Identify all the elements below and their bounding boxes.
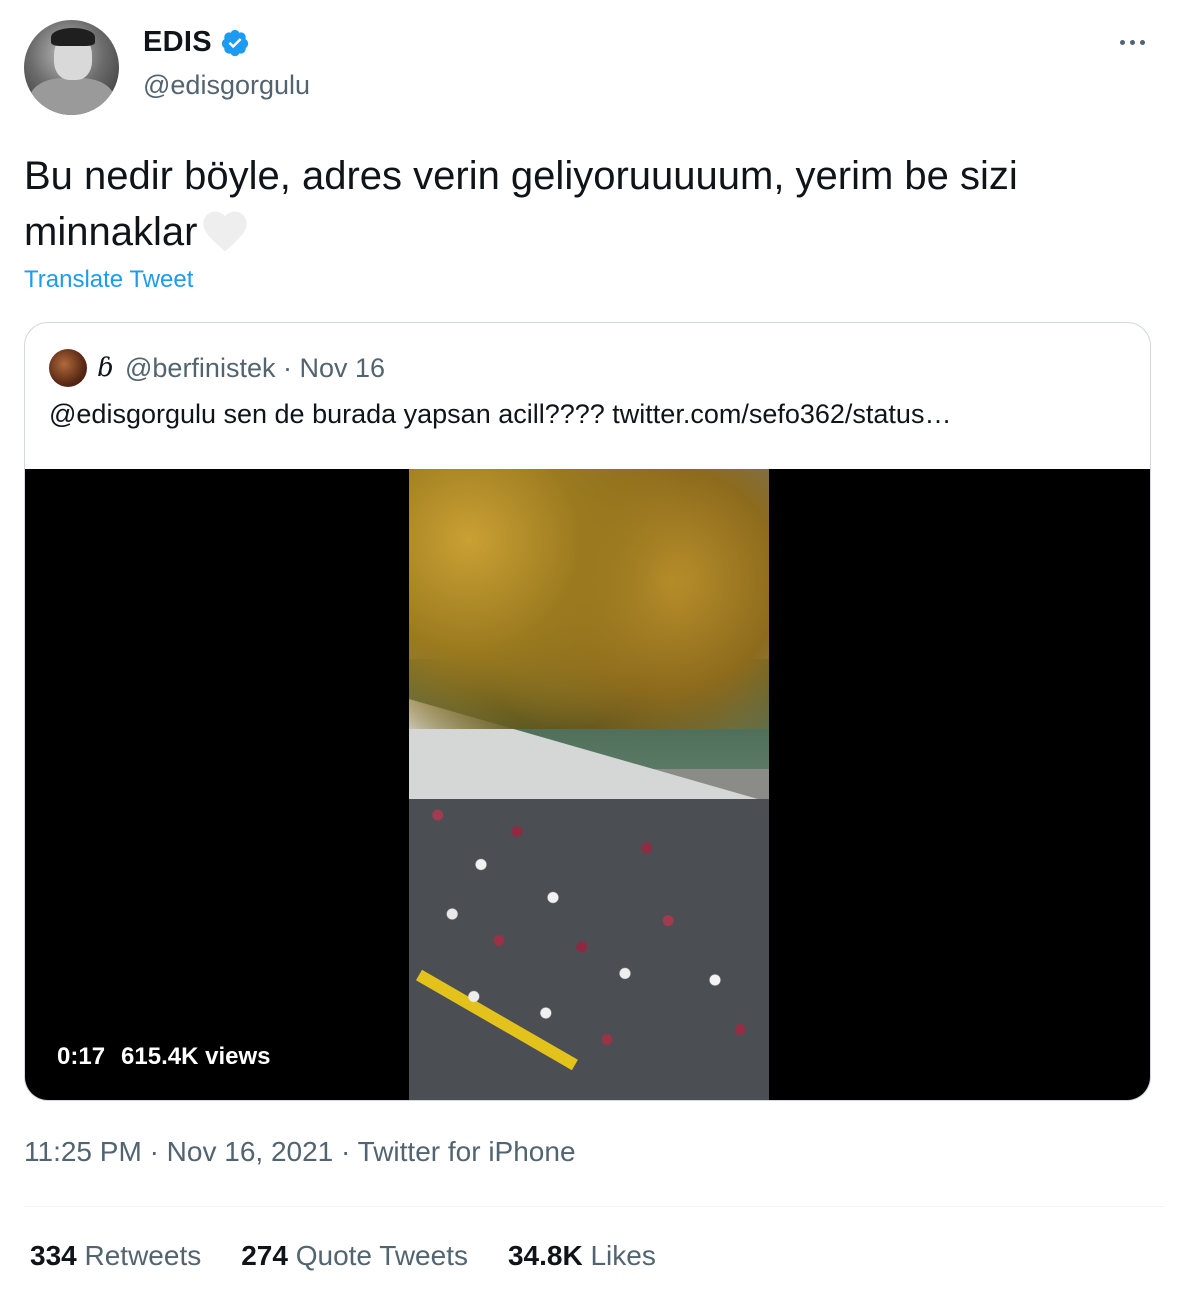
avatar-hair bbox=[51, 28, 95, 46]
author-display-name[interactable]: EDIS bbox=[143, 26, 212, 59]
avatar-body bbox=[30, 78, 114, 115]
meta-separator: · bbox=[282, 353, 292, 383]
verified-badge-icon bbox=[221, 29, 249, 57]
quoted-tweet-card[interactable]: ɓ @berfinistek · Nov 16 @edisgorgulu sen… bbox=[24, 322, 1151, 1101]
retweets-label: Retweets bbox=[84, 1240, 202, 1271]
retweets-stat[interactable]: 334 Retweets bbox=[30, 1240, 201, 1272]
white-heart-icon bbox=[203, 211, 248, 252]
more-dot bbox=[1119, 39, 1125, 45]
students-crowd bbox=[409, 749, 769, 1079]
author-handle[interactable]: @edisgorgulu bbox=[143, 70, 310, 101]
divider bbox=[24, 1206, 1164, 1207]
quoted-author-name-glyph: ɓ bbox=[97, 353, 114, 383]
translate-tweet-link[interactable]: Translate Tweet bbox=[24, 266, 193, 294]
quotes-label: Quote Tweets bbox=[295, 1240, 468, 1271]
quoted-tweet-meta: @berfinistek · Nov 16 bbox=[125, 353, 385, 384]
retweets-count: 334 bbox=[30, 1240, 77, 1271]
quote-tweets-stat[interactable]: 274 Quote Tweets bbox=[241, 1240, 468, 1272]
more-dot bbox=[1129, 39, 1135, 45]
autumn-trees bbox=[409, 469, 769, 729]
quoted-author-avatar[interactable] bbox=[49, 349, 87, 387]
timestamp-separator: · bbox=[149, 1136, 159, 1167]
likes-count: 34.8K bbox=[507, 1240, 583, 1271]
quoted-author-handle[interactable]: @berfinistek bbox=[125, 353, 275, 383]
likes-label: Likes bbox=[590, 1240, 656, 1271]
tweet-header: EDIS @edisgorgulu bbox=[24, 20, 1164, 116]
video-views: 615.4K views bbox=[121, 1043, 271, 1070]
tweet-time[interactable]: 11:25 PM bbox=[24, 1136, 142, 1167]
more-horizontal-icon[interactable] bbox=[1114, 30, 1150, 54]
video-player[interactable]: 0:17 615.4K views bbox=[25, 469, 1150, 1100]
quoted-tweet-date[interactable]: Nov 16 bbox=[300, 353, 386, 383]
tweet-source[interactable]: Twitter for iPhone bbox=[358, 1136, 576, 1167]
tweet-date[interactable]: Nov 16, 2021 bbox=[167, 1136, 334, 1167]
timestamp-separator: · bbox=[341, 1136, 351, 1167]
tweet-body: Bu nedir böyle, adres verin geliyoruuuuu… bbox=[24, 148, 1174, 260]
video-info: 0:17 615.4K views bbox=[57, 1043, 270, 1071]
more-dot bbox=[1139, 39, 1145, 45]
author-avatar[interactable] bbox=[24, 20, 119, 115]
tweet-stats: 334 Retweets 274 Quote Tweets 34.8K Like… bbox=[30, 1240, 656, 1272]
likes-stat[interactable]: 34.8K Likes bbox=[508, 1240, 656, 1272]
quoted-tweet-text: @edisgorgulu sen de burada yapsan acill?… bbox=[49, 399, 952, 429]
quotes-count: 274 bbox=[241, 1240, 288, 1271]
tweet-timestamp: 11:25 PM · Nov 16, 2021 · Twitter for iP… bbox=[24, 1136, 576, 1168]
video-duration: 0:17 bbox=[57, 1043, 106, 1070]
video-frame bbox=[409, 469, 769, 1100]
tweet-text: Bu nedir böyle, adres verin geliyoruuuuu… bbox=[24, 154, 1018, 254]
